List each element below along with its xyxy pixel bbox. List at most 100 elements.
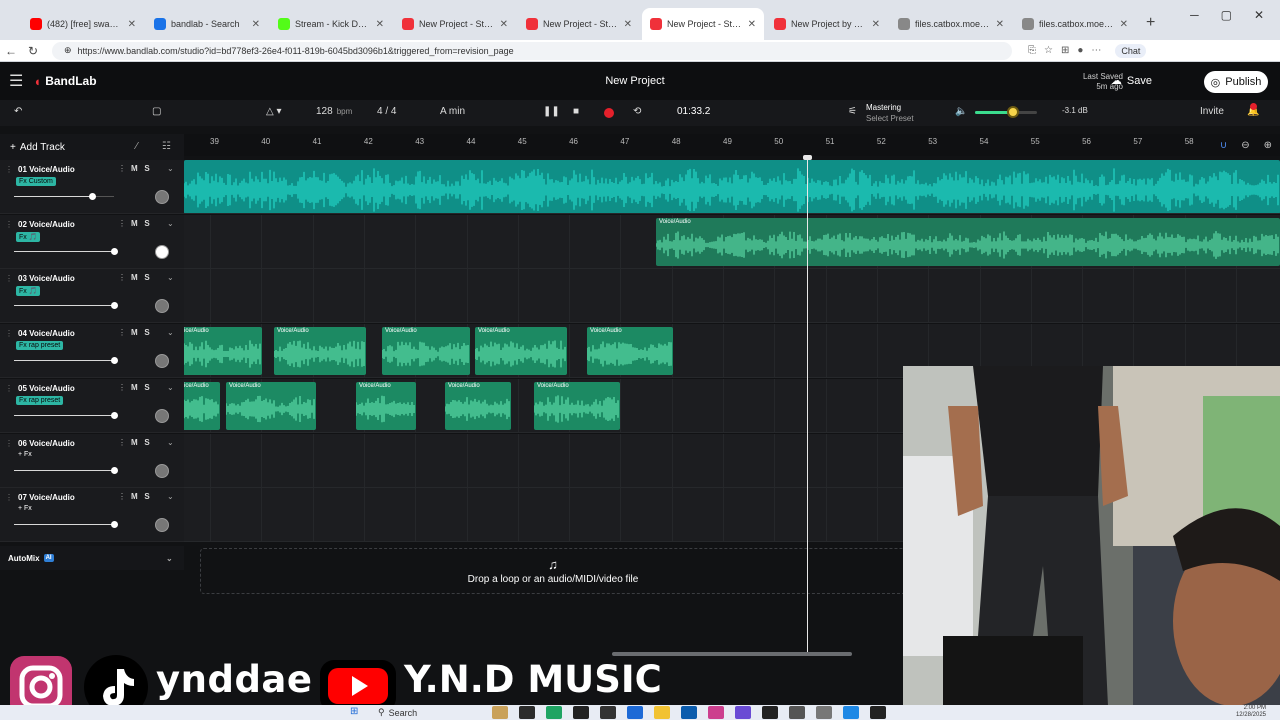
mute-button[interactable]: M <box>131 164 138 173</box>
site-info-icon[interactable]: ⊕ <box>64 45 72 56</box>
solo-button[interactable]: S <box>144 328 149 337</box>
drop-zone[interactable]: ♫ Drop a loop or an audio/MIDI/video fil… <box>200 548 906 594</box>
audio-clip[interactable]: Voice/Audio <box>587 327 673 376</box>
redo-icon[interactable]: ▢ <box>152 106 161 117</box>
app-icon[interactable] <box>600 706 616 719</box>
menu-icon[interactable]: ☰ <box>9 71 23 91</box>
close-tab-icon[interactable]: ✕ <box>872 19 880 30</box>
pause-button[interactable]: ❚❚ <box>543 106 560 117</box>
audio-clip[interactable]: Voice/Audio <box>382 327 470 376</box>
track-header[interactable]: ⋮ 03 Voice/Audio ⋮ M S ⌄ Fx 🎵 <box>0 269 184 324</box>
solo-button[interactable]: S <box>144 219 149 228</box>
chat-button[interactable]: Chat <box>1115 43 1147 58</box>
new-tab-icon[interactable]: + <box>1146 14 1155 32</box>
browser-tab[interactable]: New Project - Studi ✕ <box>642 8 764 40</box>
playhead[interactable] <box>807 156 808 656</box>
add-track-button[interactable]: + Add Track <box>10 142 65 153</box>
invite-button[interactable]: Invite <box>1200 106 1224 117</box>
fx-button[interactable]: Fx Custom <box>16 177 56 186</box>
track-lane[interactable] <box>184 160 1280 214</box>
solo-button[interactable]: S <box>144 438 149 447</box>
pan-knob[interactable] <box>155 408 169 423</box>
app-icon[interactable] <box>627 706 643 719</box>
extensions-icon[interactable]: ⊞ <box>1061 45 1069 56</box>
close-tab-icon[interactable]: ✕ <box>996 19 1004 30</box>
track-volume-slider[interactable] <box>14 357 118 365</box>
chevron-down-icon[interactable]: ⌄ <box>167 164 174 173</box>
fx-button[interactable]: + Fx <box>18 505 32 512</box>
volume-knob[interactable] <box>111 302 118 310</box>
mute-button[interactable]: M <box>131 328 138 337</box>
track-name[interactable]: 06 Voice/Audio <box>18 439 75 448</box>
track-volume-slider[interactable] <box>14 466 118 474</box>
tuner-icon[interactable]: △ ▾ <box>266 106 282 117</box>
audio-clip[interactable]: Voice/Audio <box>356 381 416 430</box>
chevron-down-icon[interactable]: ⌄ <box>167 492 174 501</box>
track-header[interactable]: ⋮ 04 Voice/Audio ⋮ M S ⌄ Fx rap preset <box>0 324 184 379</box>
volume-knob[interactable] <box>111 521 118 529</box>
pan-knob[interactable] <box>155 190 169 204</box>
maximize-icon[interactable]: ▢ <box>1221 8 1232 22</box>
chevron-down-icon[interactable]: ⌄ <box>166 554 173 563</box>
drag-handle-icon[interactable]: ⋮ <box>5 384 13 393</box>
track-header[interactable]: ⋮ 01 Voice/Audio ⋮ M S ⌄ Fx Custom <box>0 160 184 214</box>
reload-icon[interactable]: ↻ <box>22 44 44 58</box>
volume-knob[interactable] <box>111 466 118 474</box>
key-selector[interactable]: A min <box>440 106 465 117</box>
app-icon[interactable] <box>708 706 724 719</box>
audio-clip[interactable]: Voice/Audio <box>475 327 567 376</box>
track-name[interactable]: 05 Voice/Audio <box>18 384 75 393</box>
fx-button[interactable]: Fx rap preset <box>16 341 64 351</box>
drag-handle-icon[interactable]: ⋮ <box>5 439 13 448</box>
pan-knob[interactable] <box>155 354 169 369</box>
mute-button[interactable]: M <box>131 438 138 447</box>
speaker-icon[interactable]: 🔈 <box>955 106 967 117</box>
playhead-handle[interactable] <box>803 155 812 160</box>
track-menu-icon[interactable]: ⋮ <box>118 219 126 228</box>
start-icon[interactable]: ⊞ <box>350 706 358 717</box>
track-name[interactable]: 04 Voice/Audio <box>18 329 75 338</box>
chevron-down-icon[interactable]: ⌄ <box>167 219 174 228</box>
close-window-icon[interactable]: ✕ <box>1254 8 1264 22</box>
address-bar[interactable]: ⊕ https://www.bandlab.com/studio?id=bd77… <box>52 41 1012 60</box>
back-icon[interactable]: ← <box>0 44 22 58</box>
volume-knob[interactable] <box>1007 106 1020 118</box>
close-tab-icon[interactable]: ✕ <box>252 19 260 30</box>
undo-icon[interactable]: ↶ <box>14 106 22 117</box>
track-menu-icon[interactable]: ⋮ <box>118 492 126 501</box>
app-icon[interactable] <box>789 706 805 719</box>
track-menu-icon[interactable]: ⋮ <box>118 438 126 447</box>
automix-row[interactable]: AutoMix AI ⌄ <box>0 546 184 570</box>
app-icon[interactable] <box>843 706 859 719</box>
publish-button[interactable]: ◎ Publish <box>1204 71 1268 93</box>
settings-icon[interactable] <box>816 706 832 719</box>
save-button[interactable]: ☁ Save <box>1111 74 1152 88</box>
drag-handle-icon[interactable]: ⋮ <box>5 274 13 283</box>
pan-knob[interactable] <box>155 244 169 259</box>
track-menu-icon[interactable]: ⋮ <box>118 164 126 173</box>
track-volume-slider[interactable] <box>14 193 114 200</box>
close-tab-icon[interactable]: ✕ <box>1120 19 1128 30</box>
time-signature[interactable]: 4 / 4 <box>377 106 396 117</box>
volume-knob[interactable] <box>89 193 96 200</box>
notifications-button[interactable]: 🔔 <box>1247 103 1259 117</box>
app-icon[interactable] <box>762 706 778 719</box>
app-icon[interactable] <box>735 706 751 719</box>
volume-knob[interactable] <box>111 411 118 419</box>
solo-button[interactable]: S <box>144 164 149 173</box>
browser-tab[interactable]: New Project - Studi ✕ <box>518 8 640 40</box>
pan-knob[interactable] <box>155 518 169 533</box>
folder-icon[interactable] <box>654 706 670 719</box>
fx-button[interactable]: Fx rap preset <box>16 395 64 405</box>
track-lane[interactable]: Voice/Audio <box>184 214 1280 269</box>
app-icon[interactable] <box>573 706 589 719</box>
browser-tab[interactable]: Stream - Kick Dashb ✕ <box>270 8 392 40</box>
audio-clip[interactable]: Voice/Audio <box>184 381 220 430</box>
close-tab-icon[interactable]: ✕ <box>376 19 384 30</box>
audio-clip[interactable] <box>184 160 1280 213</box>
solo-button[interactable]: S <box>144 383 149 392</box>
mute-button[interactable]: M <box>131 273 138 282</box>
fx-button[interactable]: Fx 🎵 <box>16 286 41 297</box>
mute-button[interactable]: M <box>131 219 138 228</box>
audio-clip[interactable]: Voice/Audio <box>445 381 511 430</box>
